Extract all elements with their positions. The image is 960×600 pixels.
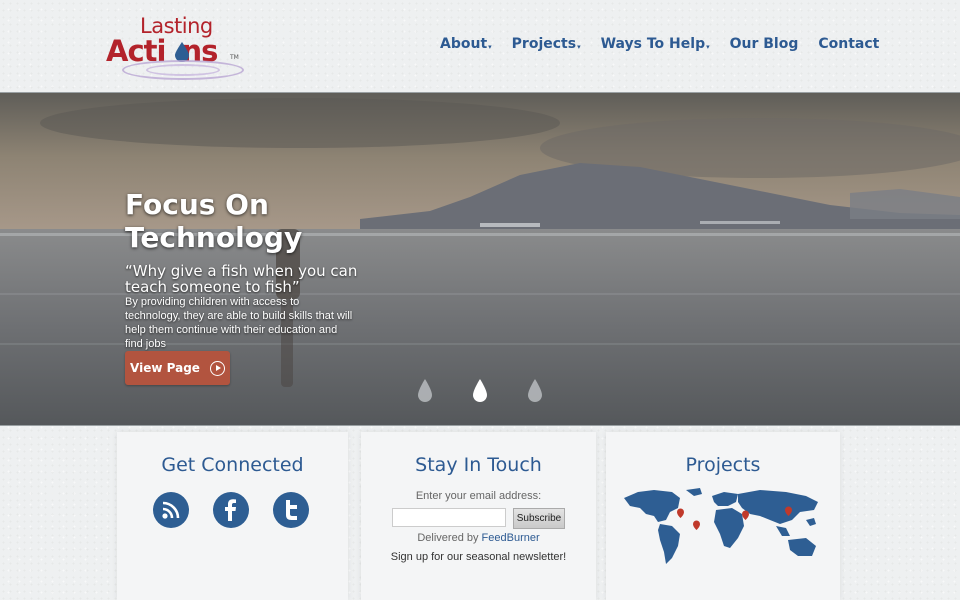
logo-ripple-inner (146, 64, 220, 76)
map-pin-icon[interactable] (677, 508, 684, 519)
newsletter-text: Sign up for our seasonal newsletter! (390, 551, 567, 563)
rss-icon[interactable] (153, 492, 189, 528)
nav-about[interactable]: About ▾ (440, 36, 492, 52)
slide-1-drop-icon[interactable] (416, 378, 434, 404)
projects-title: Projects (685, 454, 761, 476)
email-label: Enter your email address: (415, 490, 542, 502)
view-page-button[interactable]: View Page (125, 351, 230, 385)
nav-projects[interactable]: Projects ▾ (512, 36, 581, 52)
chevron-down-icon: ▾ (577, 43, 581, 51)
site-header: Lasting Acti ns TM About ▾ Projects ▾ Ways … (0, 0, 960, 92)
chevron-down-icon: ▾ (488, 43, 492, 51)
get-connected-title: Get Connected (161, 454, 304, 476)
email-input[interactable] (392, 508, 506, 527)
delivered-by-text: Delivered by FeedBurner (417, 532, 540, 544)
get-connected-panel: Get Connected (117, 432, 348, 600)
facebook-icon[interactable] (213, 492, 249, 528)
subscribe-button[interactable]: Subscribe (513, 508, 565, 529)
slider-pagination (416, 378, 546, 406)
nav-ways-to-help[interactable]: Ways To Help ▾ (601, 36, 710, 52)
slide-3-drop-icon[interactable] (526, 378, 544, 404)
feedburner-link[interactable]: FeedBurner (482, 532, 540, 544)
hero-description: By providing children with access to tec… (125, 296, 353, 350)
hero-title: Focus On Technology (125, 188, 303, 254)
projects-panel: Projects (606, 432, 840, 600)
map-pin-icon[interactable] (742, 510, 749, 521)
water-drop-icon (175, 42, 189, 62)
twitter-icon[interactable] (273, 492, 309, 528)
lasting-actions-logo[interactable]: Lasting Acti ns TM (102, 12, 244, 80)
slide-2-drop-icon[interactable] (471, 378, 489, 404)
chevron-down-icon: ▾ (706, 43, 710, 51)
map-pin-icon[interactable] (693, 520, 700, 531)
trademark: TM (230, 54, 239, 61)
hero-quote: “Why give a fish when you can teach some… (125, 262, 358, 296)
view-page-label: View Page (130, 361, 200, 375)
play-circle-icon (209, 360, 225, 376)
hero-slider: Focus On Technology “Why give a fish whe… (0, 92, 960, 426)
nav-contact[interactable]: Contact (818, 36, 879, 52)
stay-in-touch-panel: Stay In Touch Enter your email address: … (361, 432, 596, 600)
stay-in-touch-title: Stay In Touch (415, 454, 542, 476)
main-nav: About ▾ Projects ▾ Ways To Help ▾ Our Blog … (440, 36, 899, 52)
world-map[interactable] (620, 486, 826, 568)
nav-our-blog[interactable]: Our Blog (730, 36, 799, 52)
